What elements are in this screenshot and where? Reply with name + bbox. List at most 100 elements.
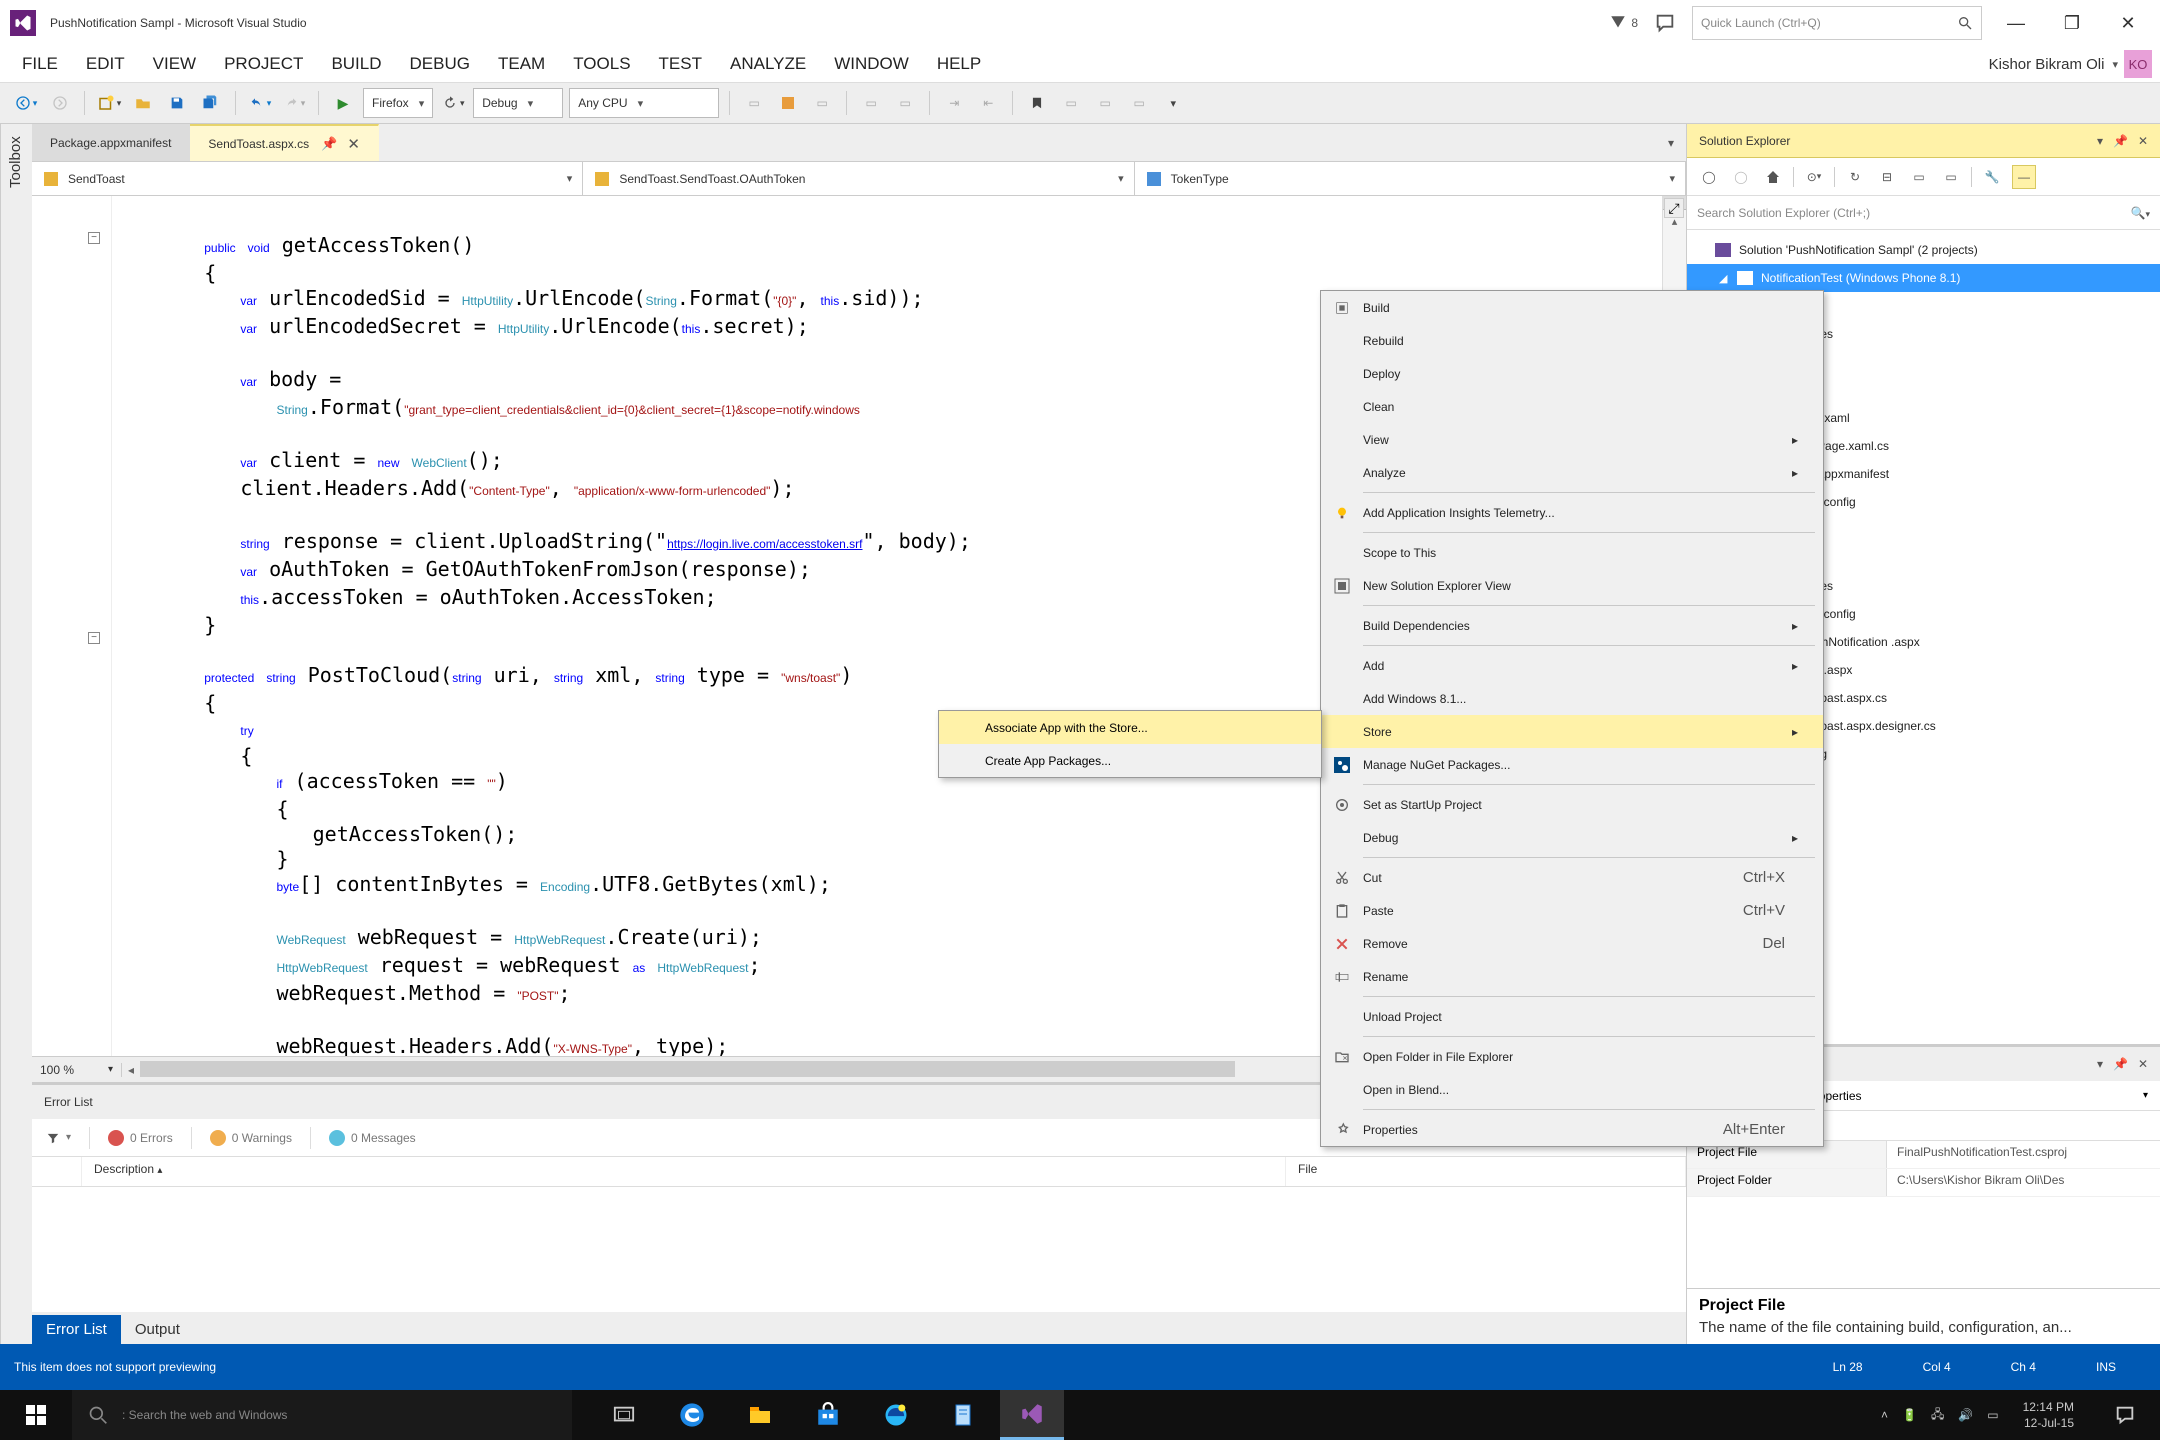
notifications-badge[interactable]: 8 [1609, 14, 1638, 32]
menu-window[interactable]: WINDOW [820, 48, 923, 80]
sx-home-icon[interactable] [1761, 165, 1785, 189]
warnings-filter[interactable]: 0 Warnings [210, 1130, 292, 1146]
scope-class-dropdown[interactable]: SendToast▾ [32, 162, 583, 195]
ctx-open-in-blend-[interactable]: Open in Blend... [1321, 1073, 1823, 1106]
sx-properties-icon[interactable]: 🔧 [1980, 165, 2004, 189]
ctx-unload-project[interactable]: Unload Project [1321, 1000, 1823, 1033]
maximize-button[interactable]: ❐ [2050, 8, 2094, 38]
tb-misc-1[interactable]: ▭ [740, 89, 768, 117]
platform-dropdown[interactable]: Any CPU▾ [569, 88, 719, 118]
filter-dropdown[interactable]: ▾ [46, 1131, 71, 1145]
panel-dropdown-icon[interactable]: ▾ [2097, 1057, 2103, 1071]
nav-fwd-button[interactable] [46, 89, 74, 117]
panel-dropdown-icon[interactable]: ▾ [2097, 134, 2103, 148]
action-center-icon[interactable] [2098, 1404, 2152, 1426]
ie-icon[interactable] [864, 1390, 928, 1440]
tb-misc-4[interactable]: ▭ [857, 89, 885, 117]
scope-member-dropdown[interactable]: TokenType▾ [1135, 162, 1686, 195]
scroll-left-icon[interactable]: ◂ [122, 1057, 140, 1082]
ctx-store[interactable]: Store▸ [1321, 715, 1823, 748]
tb-misc-3[interactable]: ▭ [808, 89, 836, 117]
panel-pin-icon[interactable]: 📌 [2113, 1057, 2128, 1071]
menu-debug[interactable]: DEBUG [396, 48, 484, 80]
menu-edit[interactable]: EDIT [72, 48, 139, 80]
ctx-rebuild[interactable]: Rebuild [1321, 324, 1823, 357]
menu-analyze[interactable]: ANALYZE [716, 48, 820, 80]
sx-sync-icon[interactable]: — [2012, 165, 2036, 189]
user-avatar[interactable]: KO [2124, 50, 2152, 78]
ctx-properties[interactable]: PropertiesAlt+Enter [1321, 1113, 1823, 1146]
property-row[interactable]: Project FolderC:\Users\Kishor Bikram Oli… [1687, 1169, 2160, 1197]
tray-network-icon[interactable]: 🖧 [1931, 1405, 1944, 1426]
col-file[interactable]: File [1286, 1157, 1686, 1186]
menu-view[interactable]: VIEW [139, 48, 210, 80]
project-selected[interactable]: ◢NotificationTest (Windows Phone 8.1) [1687, 264, 2160, 292]
ctx-cut[interactable]: CutCtrl+X [1321, 861, 1823, 894]
toolbox-tab[interactable]: Toolbox [0, 124, 32, 1344]
tab-dropdown[interactable]: ▾ [1656, 124, 1686, 161]
bookmark-button[interactable] [1023, 89, 1051, 117]
ctx-paste[interactable]: PasteCtrl+V [1321, 894, 1823, 927]
tab-output[interactable]: Output [121, 1315, 194, 1344]
menu-build[interactable]: BUILD [317, 48, 395, 80]
browser-dropdown[interactable]: Firefox▾ [363, 88, 433, 118]
tb-step-2[interactable]: ⇤ [974, 89, 1002, 117]
ctx-remove[interactable]: RemoveDel [1321, 927, 1823, 960]
menu-file[interactable]: FILE [8, 48, 72, 80]
tray-lang-icon[interactable]: ▭ [1987, 1408, 1998, 1422]
tab-sendtoast[interactable]: SendToast.aspx.cs 📌 ✕ [190, 124, 379, 161]
ctx-new-solution-explorer-view[interactable]: New Solution Explorer View [1321, 569, 1823, 602]
fullscreen-toggle[interactable]: ⤢ [1664, 198, 1684, 218]
save-all-button[interactable] [197, 89, 225, 117]
panel-close-icon[interactable]: ✕ [2138, 134, 2148, 148]
save-button[interactable] [163, 89, 191, 117]
start-button[interactable] [0, 1390, 72, 1440]
tb-step-1[interactable]: ⇥ [940, 89, 968, 117]
sx-collapse-icon[interactable]: ⊟ [1875, 165, 1899, 189]
ctx-debug[interactable]: Debug▸ [1321, 821, 1823, 854]
close-tab-icon[interactable]: ✕ [347, 135, 360, 153]
ctx-open-folder-in-file-explorer[interactable]: Open Folder in File Explorer [1321, 1040, 1823, 1073]
tb-bm-3[interactable]: ▭ [1125, 89, 1153, 117]
sx-scope-icon[interactable]: ⊙▾ [1802, 165, 1826, 189]
messages-filter[interactable]: 0 Messages [329, 1130, 416, 1146]
toolbar-overflow[interactable]: ▾ [1159, 89, 1187, 117]
solution-search-input[interactable]: Search Solution Explorer (Ctrl+;) 🔍▾ [1687, 196, 2160, 230]
ctx-clean[interactable]: Clean [1321, 390, 1823, 423]
zoom-dropdown[interactable]: 100 %▾ [32, 1063, 122, 1077]
sx-fwd-icon[interactable]: ◯ [1729, 165, 1753, 189]
fold-icon[interactable]: − [88, 232, 100, 244]
nav-back-button[interactable]: ▾ [12, 89, 40, 117]
ctx-analyze[interactable]: Analyze▸ [1321, 456, 1823, 489]
store-icon[interactable] [796, 1390, 860, 1440]
sx-showall-icon[interactable]: ▭ [1907, 165, 1931, 189]
menu-project[interactable]: PROJECT [210, 48, 317, 80]
submenu-create-app-packages-[interactable]: Create App Packages... [939, 744, 1321, 777]
tab-package-manifest[interactable]: Package.appxmanifest [32, 124, 190, 161]
tray-battery-icon[interactable]: 🔋 [1902, 1408, 1917, 1422]
solution-root[interactable]: Solution 'PushNotification Sampl' (2 pro… [1687, 236, 2160, 264]
open-file-button[interactable] [129, 89, 157, 117]
refresh-button[interactable]: ▾ [439, 89, 467, 117]
taskbar-clock[interactable]: 12:14 PM 12-Jul-15 [2013, 1399, 2084, 1431]
close-button[interactable]: ✕ [2106, 8, 2150, 38]
ctx-add-application-insights-telemetry-[interactable]: Add Application Insights Telemetry... [1321, 496, 1823, 529]
menu-tools[interactable]: TOOLS [559, 48, 644, 80]
pin-icon[interactable]: 📌 [321, 136, 337, 152]
explorer-icon[interactable] [728, 1390, 792, 1440]
tb-bm-1[interactable]: ▭ [1057, 89, 1085, 117]
undo-button[interactable]: ▾ [246, 89, 274, 117]
sx-preview-icon[interactable]: ▭ [1939, 165, 1963, 189]
sx-refresh-icon[interactable]: ↻ [1843, 165, 1867, 189]
minimize-button[interactable]: — [1994, 8, 2038, 38]
ctx-set-as-startup-project[interactable]: Set as StartUp Project [1321, 788, 1823, 821]
ctx-manage-nuget-packages-[interactable]: Manage NuGet Packages... [1321, 748, 1823, 781]
ctx-rename[interactable]: Rename [1321, 960, 1823, 993]
quick-launch-input[interactable]: Quick Launch (Ctrl+Q) [1692, 6, 1982, 40]
menu-help[interactable]: HELP [923, 48, 995, 80]
new-project-button[interactable]: ▾ [95, 89, 123, 117]
task-view-icon[interactable] [592, 1390, 656, 1440]
vs-taskbar-icon[interactable] [1000, 1390, 1064, 1440]
notepad-icon[interactable] [932, 1390, 996, 1440]
tb-misc-5[interactable]: ▭ [891, 89, 919, 117]
